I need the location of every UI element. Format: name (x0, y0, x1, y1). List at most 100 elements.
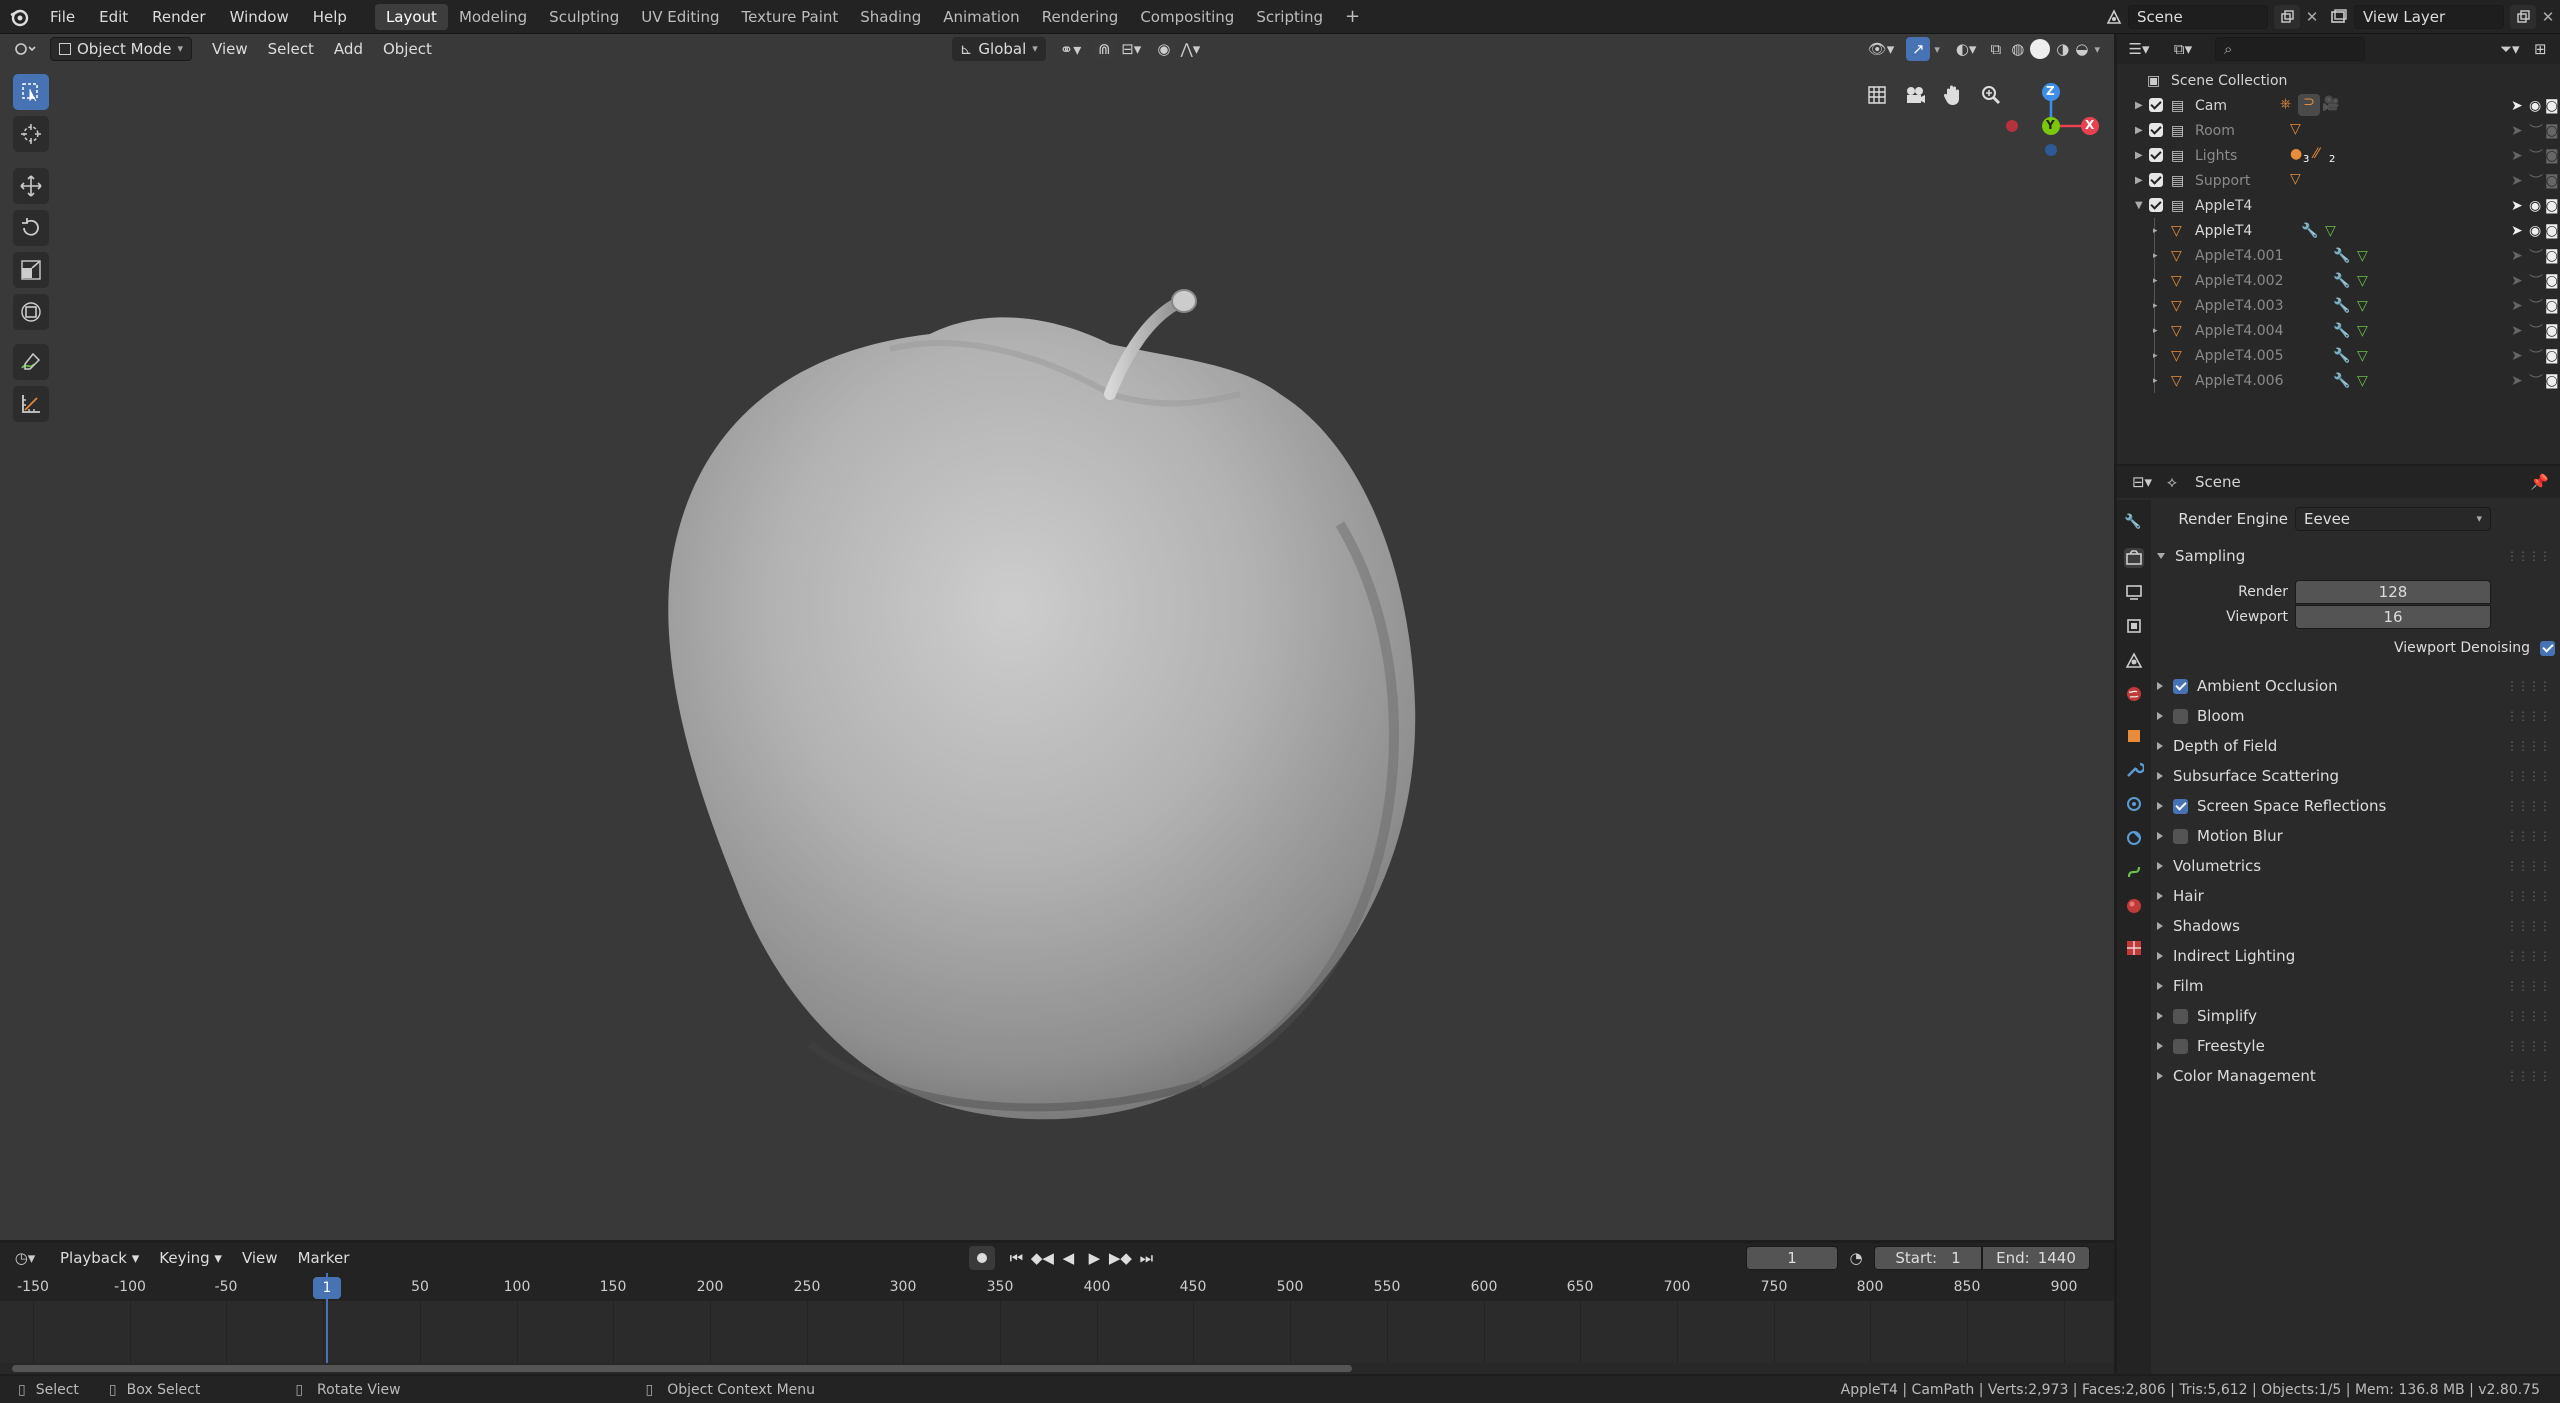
annotate-tool[interactable] (13, 344, 49, 380)
render-toggle-icon[interactable]: ◙ (2545, 223, 2559, 239)
outliner-object-row[interactable]: ▸ ▽ AppleT4.005 🔧 ▽ ➤ ︶ ◙ (2117, 343, 2560, 368)
panel-header-depth-of-field[interactable]: Depth of Field ⋮⋮⋮⋮ (2153, 731, 2558, 761)
view-layer-tab-icon[interactable] (2124, 616, 2144, 636)
selectable-toggle-icon[interactable]: ➤ (2511, 223, 2523, 239)
timeline-keyframe-area[interactable] (0, 1301, 2114, 1363)
menu-edit[interactable]: Edit (87, 8, 140, 26)
move-tool[interactable] (13, 168, 49, 204)
tab-modeling[interactable]: Modeling (448, 4, 538, 30)
expand-arrow-icon[interactable]: ▶ (2135, 125, 2143, 136)
eye-icon[interactable]: ︶ (2529, 346, 2543, 366)
timeline-menu-keying[interactable]: Keying ▾ (149, 1249, 232, 1267)
snap-icon[interactable]: ⋒ (1093, 38, 1116, 60)
outliner-scene-collection[interactable]: ▣ Scene Collection (2117, 68, 2560, 93)
expand-arrow-icon[interactable]: ▸ (2153, 276, 2158, 286)
panel-header-bloom[interactable]: Bloom ⋮⋮⋮⋮ (2153, 701, 2558, 731)
record-button[interactable] (969, 1246, 996, 1270)
outliner-object-row[interactable]: ▸ ▽ AppleT4.001 🔧 ▽ ➤ ︶ ◙ (2117, 243, 2560, 268)
jump-end-button[interactable]: ⏭ (1133, 1249, 1159, 1267)
select-box-tool[interactable] (13, 74, 49, 110)
scale-tool[interactable] (13, 252, 49, 288)
eye-icon[interactable]: ◉ (2529, 198, 2541, 214)
new-collection-icon[interactable]: ⊞ (2534, 40, 2560, 58)
delete-scene-icon[interactable]: ✕ (2300, 8, 2324, 26)
selectable-toggle-icon[interactable]: ➤ (2511, 98, 2523, 114)
panel-header-simplify[interactable]: Simplify ⋮⋮⋮⋮ (2153, 1001, 2558, 1031)
viewport-samples-field[interactable]: 16 (2295, 605, 2491, 629)
tool-tab-icon[interactable]: 🔧 (2124, 514, 2144, 534)
object-name[interactable]: AppleT4.003 (2195, 298, 2283, 314)
object-tab-icon[interactable] (2124, 726, 2144, 746)
tab-texture-paint[interactable]: Texture Paint (730, 4, 849, 30)
render-engine-select[interactable]: Eevee ▾ (2295, 507, 2491, 531)
prev-keyframe-button[interactable]: ◆◀ (1029, 1249, 1055, 1267)
object-name[interactable]: AppleT4.004 (2195, 323, 2283, 339)
drag-handle-icon[interactable]: ⋮⋮⋮⋮ (2506, 859, 2551, 873)
eye-icon[interactable]: ◉ (2529, 98, 2541, 114)
panel-enable-checkbox[interactable] (2173, 1008, 2188, 1024)
measure-tool[interactable] (13, 386, 49, 422)
world-tab-icon[interactable] (2124, 684, 2144, 704)
eye-icon[interactable]: ︶ (2529, 371, 2543, 391)
camera-view-icon[interactable] (1900, 80, 1930, 110)
shading-options-icon[interactable]: ▾ (2094, 43, 2100, 56)
eye-icon[interactable]: ◉ (2529, 223, 2541, 239)
outliner-collection-row[interactable]: ▶ ▤ Room ➤ ︶ ◙ ▽ (2117, 118, 2560, 143)
timeline-scrollbar[interactable] (12, 1365, 1352, 1372)
menu-file[interactable]: File (38, 8, 87, 26)
panel-enable-checkbox[interactable] (2173, 1038, 2188, 1054)
menu-window[interactable]: Window (218, 8, 301, 26)
output-tab-icon[interactable] (2124, 582, 2144, 602)
pivot-point-icon[interactable]: ⚭▾ (1060, 40, 1081, 59)
exclude-checkbox[interactable] (2149, 173, 2163, 187)
wireframe-shading-icon[interactable]: ◍ (2011, 40, 2024, 58)
cursor-tool[interactable] (13, 116, 49, 152)
outliner-object-row[interactable]: ▸ ▽ AppleT4 🔧 ▽ ➤ ◉ ◙ (2117, 218, 2560, 243)
editor-type-icon[interactable] (0, 40, 50, 58)
drag-handle-icon[interactable]: ⋮⋮⋮⋮ (2506, 1039, 2551, 1053)
object-name[interactable]: AppleT4.005 (2195, 348, 2283, 364)
expand-arrow-icon[interactable]: ▶ (2135, 100, 2143, 111)
tab-layout[interactable]: Layout (374, 3, 448, 30)
panel-header-film[interactable]: Film ⋮⋮⋮⋮ (2153, 971, 2558, 1001)
selectable-toggle-icon[interactable]: ➤ (2511, 248, 2523, 264)
material-tab-icon[interactable] (2124, 896, 2144, 916)
selectable-toggle-icon[interactable]: ➤ (2511, 173, 2523, 189)
gizmo-options-icon[interactable]: ▾ (1934, 43, 1940, 56)
panel-enable-checkbox[interactable] (2173, 828, 2188, 844)
playhead-label[interactable]: 1 (313, 1277, 341, 1299)
outliner-collection-row[interactable]: ▶ ▤ Support ➤ ︶ ◙ ▽ (2117, 168, 2560, 193)
falloff-icon[interactable]: ⋀▾ (1180, 40, 1200, 58)
eye-icon[interactable]: ︶ (2529, 271, 2543, 291)
collection-name[interactable]: Cam (2195, 98, 2227, 114)
eye-icon[interactable]: ︶ (2529, 171, 2543, 191)
new-view-layer-icon[interactable] (2510, 4, 2536, 29)
sampling-panel-header[interactable]: Sampling ⋮⋮⋮⋮ (2153, 541, 2558, 571)
render-toggle-icon[interactable]: ◙ (2545, 148, 2559, 164)
blender-logo-icon[interactable] (0, 7, 38, 27)
transform-tool[interactable] (13, 294, 49, 330)
object-name[interactable]: AppleT4 (2195, 223, 2252, 239)
drag-handle-icon[interactable]: ⋮⋮⋮⋮ (2506, 739, 2551, 753)
panel-header-shadows[interactable]: Shadows ⋮⋮⋮⋮ (2153, 911, 2558, 941)
scene-field[interactable]: Scene (2128, 4, 2268, 29)
next-keyframe-button[interactable]: ▶◆ (1107, 1249, 1133, 1267)
expand-arrow-icon[interactable]: ▸ (2153, 376, 2158, 386)
eye-icon[interactable]: ︶ (2529, 146, 2543, 166)
panel-enable-checkbox[interactable] (2173, 678, 2188, 694)
display-mode-icon[interactable]: ⧉▾ (2161, 40, 2205, 58)
selectable-toggle-icon[interactable]: ➤ (2511, 273, 2523, 289)
expand-arrow-icon[interactable]: ▸ (2153, 351, 2158, 361)
render-tab-icon[interactable] (2124, 548, 2144, 568)
eye-icon[interactable]: ︶ (2529, 246, 2543, 266)
outliner-editor-type-icon[interactable]: ☰▾ (2117, 40, 2161, 58)
selectable-toggle-icon[interactable]: ➤ (2511, 323, 2523, 339)
physics-tab-icon[interactable] (2124, 828, 2144, 848)
drag-handle-icon[interactable]: ⋮⋮⋮⋮ (2506, 549, 2551, 563)
rendered-shading-icon[interactable]: ◒ (2075, 40, 2088, 58)
drag-handle-icon[interactable]: ⋮⋮⋮⋮ (2506, 1069, 2551, 1083)
viewport-menu-add[interactable]: Add (324, 40, 373, 58)
drag-handle-icon[interactable]: ⋮⋮⋮⋮ (2506, 979, 2551, 993)
expand-arrow-icon[interactable]: ▸ (2153, 301, 2158, 311)
panel-header-color-management[interactable]: Color Management ⋮⋮⋮⋮ (2153, 1061, 2558, 1091)
